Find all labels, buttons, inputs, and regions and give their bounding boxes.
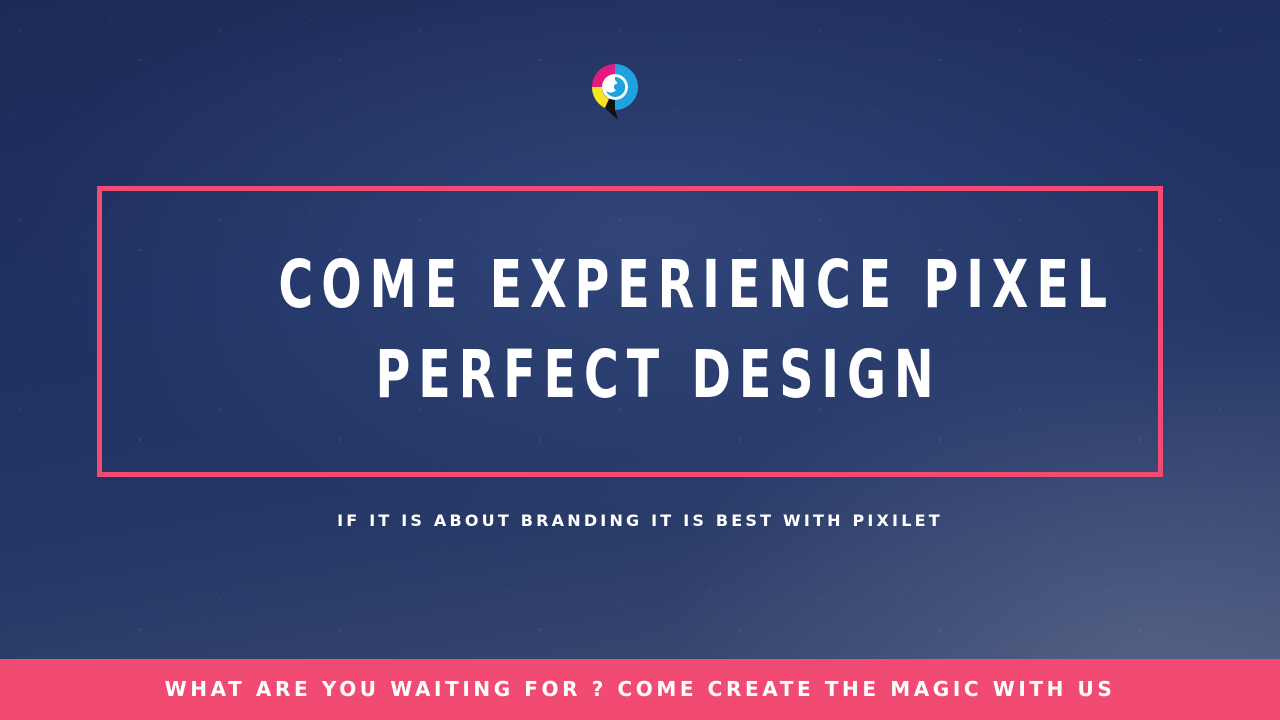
footer-call-to-action: WHAT ARE YOU WAITING FOR ? COME CREATE T… bbox=[164, 677, 1116, 701]
footer-bar: WHAT ARE YOU WAITING FOR ? COME CREATE T… bbox=[0, 659, 1280, 720]
headline-line-1: COME EXPERIENCE PIXEL bbox=[278, 246, 1115, 323]
pixilet-logo-icon bbox=[591, 64, 638, 120]
tagline: IF IT IS ABOUT BRANDING IT IS BEST WITH … bbox=[337, 511, 943, 530]
headline-line-2: PERFECT DESIGN bbox=[375, 336, 942, 413]
headline: COME EXPERIENCE PIXEL PERFECT DESIGN bbox=[278, 240, 1115, 420]
banner: COME EXPERIENCE PIXEL PERFECT DESIGN IF … bbox=[0, 0, 1280, 720]
